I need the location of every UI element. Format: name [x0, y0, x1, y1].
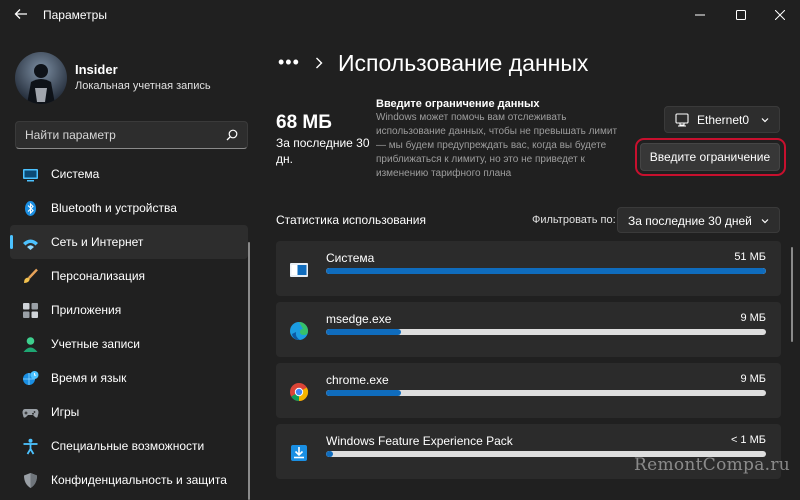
sidebar-item-gaming[interactable]: Игры — [10, 395, 248, 429]
sidebar-item-system[interactable]: Система — [10, 157, 248, 191]
back-arrow-icon[interactable] — [14, 7, 28, 21]
usage-bar-fill — [326, 329, 401, 335]
page-title: Использование данных — [338, 50, 589, 76]
close-icon — [775, 10, 785, 20]
limit-description: Windows может помочь вам отслеживать исп… — [376, 112, 618, 179]
accessibility-icon — [23, 438, 38, 455]
ethernet-icon — [675, 113, 689, 127]
sidebar-item-apps[interactable]: Приложения — [10, 293, 248, 327]
brush-icon — [24, 268, 38, 283]
total-usage-period: За последние 30 дн. — [276, 136, 370, 166]
sidebar-item-label: Учетные записи — [51, 337, 140, 351]
content-scrollbar[interactable] — [791, 247, 793, 342]
app-name: chrome.exe — [326, 373, 389, 387]
feature-pack-icon — [291, 445, 307, 461]
app-usage-item[interactable]: msedge.exe 9 МБ — [276, 302, 781, 357]
sidebar-item-label: Приложения — [51, 303, 122, 317]
maximize-button[interactable] — [726, 4, 756, 26]
set-limit-button[interactable]: Введите ограничение — [640, 143, 780, 171]
search-input[interactable]: Найти параметр — [15, 121, 248, 149]
usage-bar — [326, 390, 766, 396]
time-language-icon — [23, 371, 39, 385]
app-name: msedge.exe — [326, 312, 392, 326]
sidebar-scrollbar[interactable] — [248, 242, 250, 500]
chevron-down-icon — [761, 118, 769, 123]
sidebar-nav: Система Bluetooth и устройства Сеть и Ин… — [10, 157, 248, 497]
system-app-icon — [290, 263, 308, 277]
watermark: RemontCompa.ru — [634, 455, 791, 475]
usage-bar-fill — [326, 451, 333, 457]
chrome-icon — [290, 383, 309, 401]
gamepad-icon — [22, 409, 39, 418]
network-adapter-dropdown[interactable]: Ethernet0 — [664, 106, 780, 133]
apps-icon — [23, 303, 38, 318]
period-filter-value: За последние 30 дней — [628, 214, 752, 228]
total-usage: 68 МБ — [276, 112, 332, 133]
sidebar-item-label: Специальные возможности — [51, 439, 205, 453]
usage-bar-fill — [326, 268, 766, 274]
app-usage-item[interactable]: Система 51 МБ — [276, 241, 781, 296]
system-icon — [23, 169, 38, 182]
sidebar-item-label: Конфиденциальность и защита — [51, 473, 227, 487]
sidebar-item-label: Сеть и Интернет — [51, 235, 144, 249]
app-name: Система — [326, 251, 375, 265]
app-name: Windows Feature Experience Pack — [326, 434, 513, 448]
edge-icon — [290, 322, 308, 340]
app-usage-value: 51 МБ — [734, 251, 766, 263]
sidebar-item-privacy[interactable]: Конфиденциальность и защита — [10, 463, 248, 497]
sidebar-item-time-language[interactable]: Время и язык — [10, 361, 248, 395]
minimize-button[interactable] — [685, 4, 715, 26]
filter-label: Фильтровать по: — [532, 214, 616, 226]
app-usage-value: < 1 МБ — [730, 434, 766, 446]
search-placeholder: Найти параметр — [25, 128, 116, 142]
chevron-right-icon — [316, 57, 323, 69]
user-avatar-icon — [15, 52, 67, 104]
app-usage-item[interactable]: chrome.exe 9 МБ — [276, 363, 781, 418]
shield-icon — [24, 473, 37, 488]
window-title: Параметры — [43, 8, 107, 22]
selection-indicator — [10, 235, 13, 249]
app-usage-value: 9 МБ — [740, 312, 766, 324]
sidebar-item-label: Система — [51, 167, 100, 181]
sidebar-item-label: Время и язык — [51, 371, 127, 385]
sidebar-item-personalization[interactable]: Персонализация — [10, 259, 248, 293]
network-icon — [23, 239, 38, 250]
limit-title: Введите ограничение данных — [376, 98, 540, 110]
usage-bar-fill — [326, 390, 401, 396]
avatar[interactable] — [15, 52, 67, 104]
usage-bar — [326, 268, 766, 274]
account-type: Локальная учетная запись — [75, 80, 211, 92]
sidebar-item-network[interactable]: Сеть и Интернет — [10, 225, 248, 259]
usage-stats-heading: Статистика использования — [276, 213, 427, 227]
accounts-icon — [23, 337, 38, 352]
usage-bar — [326, 329, 766, 335]
search-icon — [226, 129, 238, 141]
user-name: Insider — [75, 62, 118, 77]
app-usage-value: 9 МБ — [740, 373, 766, 385]
sidebar-item-label: Bluetooth и устройства — [51, 201, 177, 215]
period-filter-dropdown[interactable]: За последние 30 дней — [617, 207, 780, 233]
minimize-icon — [695, 14, 705, 16]
network-adapter-value: Ethernet0 — [697, 113, 750, 127]
maximize-icon — [736, 10, 746, 20]
sidebar-item-accessibility[interactable]: Специальные возможности — [10, 429, 248, 463]
chevron-down-icon — [761, 219, 769, 224]
sidebar-item-label: Игры — [51, 405, 80, 419]
breadcrumb-more-button[interactable]: ••• — [278, 52, 300, 73]
sidebar-item-bluetooth[interactable]: Bluetooth и устройства — [10, 191, 248, 225]
bluetooth-icon — [25, 201, 36, 216]
sidebar: Insider Локальная учетная запись Найти п… — [0, 30, 262, 500]
sidebar-item-label: Персонализация — [51, 269, 146, 283]
title-bar: Параметры — [0, 0, 800, 30]
close-button[interactable] — [765, 4, 795, 26]
sidebar-item-accounts[interactable]: Учетные записи — [10, 327, 248, 361]
